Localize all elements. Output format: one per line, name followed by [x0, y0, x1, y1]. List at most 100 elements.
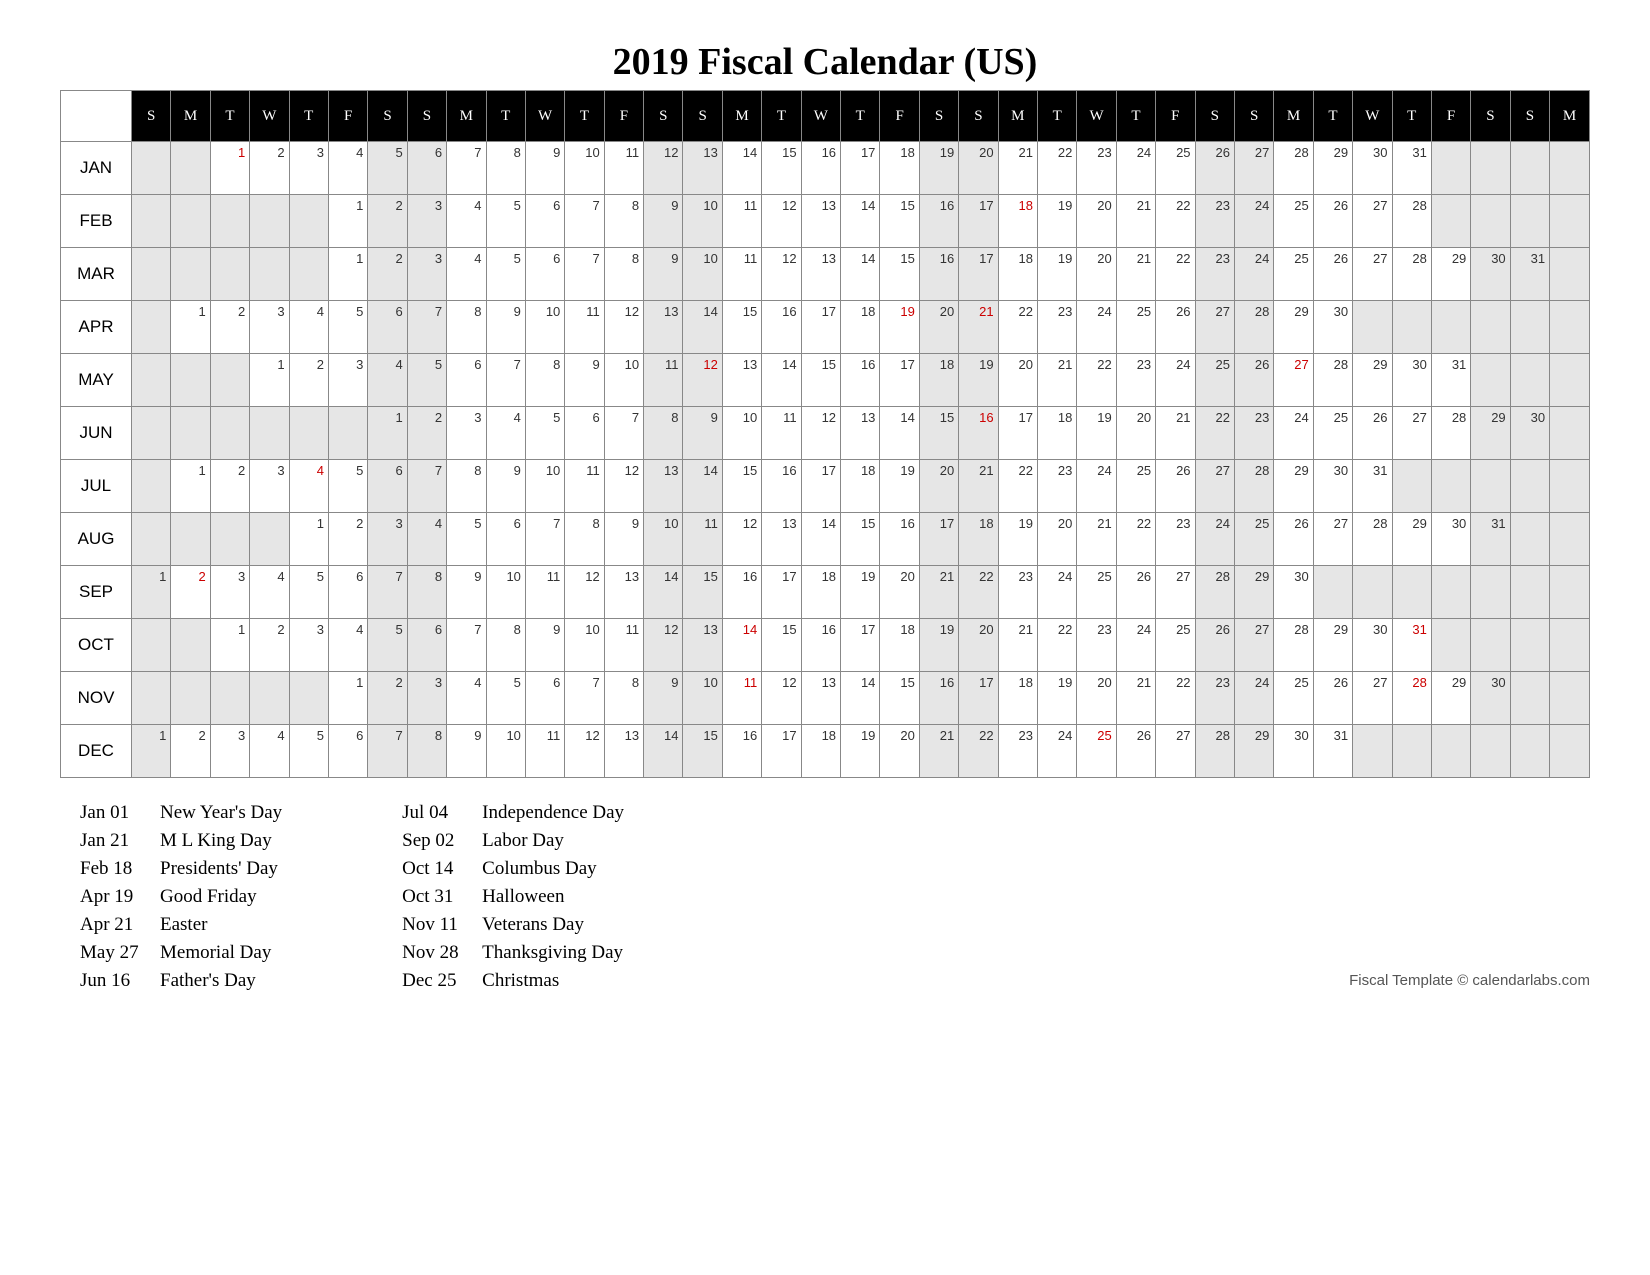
day-cell: 19 [841, 725, 880, 778]
day-cell: 8 [604, 248, 643, 301]
day-cell [1392, 566, 1431, 619]
day-cell: 12 [762, 672, 801, 725]
day-cell [250, 407, 289, 460]
day-cell: 26 [1195, 142, 1234, 195]
day-cell: 11 [565, 301, 604, 354]
day-cell: 9 [525, 142, 564, 195]
day-cell: 22 [1037, 619, 1076, 672]
month-label: JUN [61, 407, 132, 460]
day-cell: 4 [407, 513, 446, 566]
day-cell: 17 [919, 513, 958, 566]
day-cell: 15 [762, 619, 801, 672]
day-cell [1431, 460, 1470, 513]
day-cell [1471, 460, 1510, 513]
holiday-date: Apr 19 [80, 886, 160, 908]
day-cell: 31 [1510, 248, 1549, 301]
day-cell: 16 [880, 513, 919, 566]
holiday-name: Thanksgiving Day [482, 942, 624, 964]
day-cell: 11 [525, 566, 564, 619]
day-cell: 23 [998, 725, 1037, 778]
dow-header: W [250, 91, 289, 142]
day-cell: 15 [801, 354, 840, 407]
day-cell [1550, 142, 1590, 195]
day-cell [1392, 725, 1431, 778]
day-cell: 16 [919, 672, 958, 725]
day-cell: 14 [762, 354, 801, 407]
day-cell: 6 [525, 672, 564, 725]
day-cell: 14 [644, 725, 683, 778]
holiday-name: M L King Day [160, 830, 282, 852]
day-cell [1431, 725, 1470, 778]
day-cell: 22 [1195, 407, 1234, 460]
day-cell: 12 [604, 460, 643, 513]
day-cell: 4 [250, 566, 289, 619]
day-cell: 18 [998, 672, 1037, 725]
dow-header: M [1274, 91, 1313, 142]
dow-header: T [210, 91, 249, 142]
dow-header: F [1431, 91, 1470, 142]
day-cell: 9 [644, 672, 683, 725]
day-cell: 20 [1077, 248, 1116, 301]
day-cell: 11 [604, 142, 643, 195]
day-cell [132, 460, 171, 513]
day-cell: 22 [1156, 195, 1195, 248]
day-cell [171, 142, 210, 195]
day-cell: 30 [1313, 460, 1352, 513]
day-cell: 14 [841, 195, 880, 248]
day-cell: 5 [328, 460, 367, 513]
day-cell: 21 [959, 301, 998, 354]
day-cell [1550, 619, 1590, 672]
day-cell: 20 [880, 725, 919, 778]
holiday-name: Labor Day [482, 830, 624, 852]
day-cell: 13 [644, 460, 683, 513]
holiday-name: Memorial Day [160, 942, 282, 964]
dow-header: S [1234, 91, 1273, 142]
day-cell: 26 [1116, 566, 1155, 619]
day-cell: 30 [1510, 407, 1549, 460]
dow-header: T [762, 91, 801, 142]
day-cell: 30 [1431, 513, 1470, 566]
day-cell: 5 [525, 407, 564, 460]
day-cell: 28 [1195, 566, 1234, 619]
day-cell: 18 [998, 195, 1037, 248]
day-cell: 27 [1274, 354, 1313, 407]
day-cell: 13 [841, 407, 880, 460]
day-cell: 28 [1274, 619, 1313, 672]
day-cell: 6 [407, 142, 446, 195]
day-cell: 31 [1313, 725, 1352, 778]
day-cell: 9 [604, 513, 643, 566]
day-cell [132, 672, 171, 725]
day-cell: 10 [525, 301, 564, 354]
day-cell [250, 513, 289, 566]
dow-header: S [1471, 91, 1510, 142]
day-cell: 27 [1313, 513, 1352, 566]
day-cell: 5 [486, 248, 525, 301]
day-cell: 11 [525, 725, 564, 778]
day-cell [1392, 301, 1431, 354]
day-cell: 26 [1234, 354, 1273, 407]
day-cell: 29 [1313, 142, 1352, 195]
day-cell: 16 [959, 407, 998, 460]
dow-header: S [132, 91, 171, 142]
day-cell: 27 [1195, 301, 1234, 354]
day-cell: 1 [250, 354, 289, 407]
day-cell: 29 [1313, 619, 1352, 672]
day-cell: 8 [644, 407, 683, 460]
day-cell: 10 [683, 248, 722, 301]
day-cell: 18 [959, 513, 998, 566]
day-cell: 23 [1077, 142, 1116, 195]
day-cell: 13 [644, 301, 683, 354]
day-cell: 1 [328, 195, 367, 248]
day-cell [132, 619, 171, 672]
day-cell: 19 [1037, 195, 1076, 248]
day-cell [1510, 142, 1549, 195]
day-cell: 25 [1274, 672, 1313, 725]
holiday-name: Easter [160, 914, 282, 936]
holiday-date: Oct 14 [402, 858, 482, 880]
day-cell: 19 [919, 142, 958, 195]
day-cell: 20 [880, 566, 919, 619]
day-cell: 15 [880, 672, 919, 725]
day-cell: 21 [1116, 195, 1155, 248]
day-cell: 24 [1156, 354, 1195, 407]
day-cell: 9 [644, 248, 683, 301]
